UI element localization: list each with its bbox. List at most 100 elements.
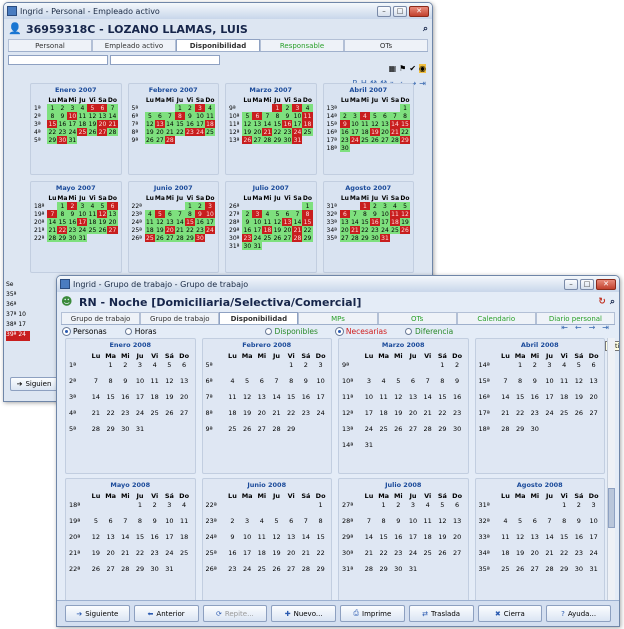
day-cell[interactable]: 13 — [586, 377, 601, 393]
day-cell[interactable]: 26 — [144, 136, 155, 144]
day-cell[interactable]: 24 — [406, 549, 421, 565]
day-cell[interactable]: 28 — [498, 425, 513, 441]
day-cell[interactable]: 7 — [269, 377, 284, 393]
day-cell[interactable]: 9 — [527, 377, 542, 393]
day-cell[interactable]: 22 — [513, 409, 528, 425]
day-cell[interactable]: 30 — [527, 425, 542, 441]
day-cell[interactable]: 8 — [359, 210, 370, 218]
day-cell[interactable]: 24 — [252, 234, 263, 242]
day-cell[interactable]: 22 — [302, 226, 313, 234]
day-cell[interactable]: 7 — [389, 112, 400, 120]
day-cell[interactable]: 22 — [272, 128, 283, 136]
day-cell[interactable]: 20 — [339, 226, 350, 234]
day-cell[interactable]: 13 — [103, 533, 118, 549]
day-cell[interactable]: 19 — [435, 533, 450, 549]
day-cell[interactable]: 4 — [389, 202, 400, 210]
day-cell[interactable]: 16 — [147, 533, 162, 549]
day-cell[interactable]: 16 — [57, 120, 68, 128]
day-cell[interactable]: 14 — [118, 533, 133, 549]
day-cell[interactable]: 3 — [194, 104, 205, 112]
day-cell[interactable] — [272, 202, 282, 210]
day-cell[interactable]: 2 — [184, 104, 195, 112]
day-cell[interactable] — [420, 441, 435, 457]
radio-0[interactable] — [62, 327, 71, 336]
day-cell[interactable]: 16 — [184, 120, 195, 128]
day-cell[interactable]: 26 — [272, 234, 283, 242]
day-cell[interactable]: 25 — [204, 128, 215, 136]
day-cell[interactable]: 20 — [586, 393, 601, 409]
day-cell[interactable]: 17 — [586, 533, 601, 549]
last-icon[interactable]: ⇥ — [419, 79, 426, 88]
day-cell[interactable]: 3 — [77, 202, 88, 210]
day-cell[interactable]: 7 — [362, 517, 377, 533]
day-cell[interactable] — [47, 202, 57, 210]
day-cell[interactable]: 6 — [177, 361, 192, 377]
day-cell[interactable] — [362, 501, 377, 517]
day-cell[interactable]: 31 — [162, 565, 177, 581]
day-cell[interactable]: 1 — [103, 361, 118, 377]
day-cell[interactable] — [145, 104, 155, 112]
day-cell[interactable]: 3 — [204, 202, 215, 210]
day-cell[interactable]: 30 — [282, 136, 293, 144]
day-cell[interactable]: 3 — [379, 202, 390, 210]
day-cell[interactable]: 10 — [240, 533, 255, 549]
radio-1[interactable] — [124, 328, 132, 335]
day-cell[interactable]: 30 — [572, 565, 587, 581]
day-cell[interactable]: 25 — [389, 226, 400, 234]
day-cell[interactable] — [282, 242, 292, 250]
day-cell[interactable]: 27 — [103, 565, 118, 581]
day-cell[interactable]: 27 — [97, 128, 108, 136]
day-cell[interactable]: 1 — [513, 361, 528, 377]
day-cell[interactable]: 28 — [362, 565, 377, 581]
day-cell[interactable]: 5 — [97, 202, 108, 210]
day-cell[interactable]: 8 — [272, 112, 283, 120]
back-next-button[interactable]: ➔ Siguien — [10, 377, 58, 391]
tab-2[interactable]: Disponibilidad — [219, 312, 299, 324]
day-cell[interactable]: 2 — [391, 501, 406, 517]
day-cell[interactable] — [498, 361, 513, 377]
day-cell[interactable]: 22 — [284, 409, 299, 425]
day-cell[interactable]: 24 — [586, 549, 601, 565]
day-cell[interactable]: 14 — [269, 393, 284, 409]
day-cell[interactable]: 23 — [57, 128, 68, 136]
day-cell[interactable]: 30 — [147, 565, 162, 581]
day-cell[interactable]: 2 — [225, 517, 240, 533]
option-3[interactable]: Necesarias — [334, 327, 387, 336]
day-cell[interactable]: 1 — [133, 501, 148, 517]
day-cell[interactable]: 21 — [542, 549, 557, 565]
day-cell[interactable]: 16 — [194, 218, 205, 226]
day-cell[interactable]: 23 — [450, 409, 465, 425]
radio-3[interactable] — [334, 327, 344, 336]
day-cell[interactable] — [155, 104, 165, 112]
day-cell[interactable]: 12 — [572, 377, 587, 393]
day-cell[interactable]: 19 — [391, 409, 406, 425]
day-cell[interactable] — [97, 234, 107, 242]
day-cell[interactable]: 22 — [557, 549, 572, 565]
day-cell[interactable]: 7 — [174, 210, 185, 218]
day-cell[interactable]: 15 — [513, 393, 528, 409]
day-cell[interactable] — [498, 501, 513, 517]
day-cell[interactable] — [376, 441, 391, 457]
day-cell[interactable]: 8 — [184, 210, 195, 218]
day-cell[interactable]: 22 — [133, 549, 148, 565]
day-cell[interactable]: 3 — [133, 361, 148, 377]
day-cell[interactable]: 13 — [177, 377, 192, 393]
day-cell[interactable]: 12 — [87, 112, 98, 120]
day-cell[interactable]: 15 — [272, 120, 283, 128]
day-cell[interactable]: 8 — [57, 210, 68, 218]
day-cell[interactable]: 1 — [302, 202, 313, 210]
day-cell[interactable]: 13 — [527, 533, 542, 549]
day-cell[interactable]: 17 — [362, 409, 377, 425]
day-cell[interactable]: 16 — [242, 226, 253, 234]
day-cell[interactable]: 29 — [47, 136, 58, 144]
day-cell[interactable] — [262, 104, 272, 112]
day-cell[interactable]: 17 — [379, 218, 390, 226]
day-cell[interactable]: 9 — [572, 517, 587, 533]
day-cell[interactable] — [89, 501, 104, 517]
day-cell[interactable]: 23 — [339, 136, 350, 144]
day-cell[interactable]: 14 — [498, 393, 513, 409]
day-cell[interactable]: 25 — [302, 128, 313, 136]
day-cell[interactable]: 8 — [302, 210, 313, 218]
day-cell[interactable] — [185, 136, 195, 144]
day-cell[interactable]: 10 — [133, 377, 148, 393]
